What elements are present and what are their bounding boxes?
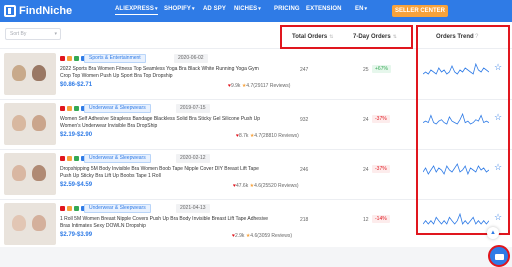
- top-nav: FindNiche ALIEXPRESS▾ SHOPIFY▾ AD SPY NI…: [0, 0, 512, 22]
- nav-pricing[interactable]: PRICING: [274, 6, 300, 12]
- nav-shopify[interactable]: SHOPIFY▾: [164, 6, 195, 12]
- product-image[interactable]: [4, 153, 56, 195]
- flag-icon: [74, 156, 79, 161]
- flag-icon: [67, 206, 72, 211]
- date-tag: 2021-04-13: [176, 204, 210, 213]
- price: $2.59-$4.59: [60, 182, 93, 188]
- seller-center-button[interactable]: SELLER CENTER: [392, 5, 448, 17]
- product-image[interactable]: [4, 53, 56, 95]
- total-orders: 218: [300, 217, 309, 223]
- source-flags: [60, 56, 86, 61]
- total-orders: 932: [300, 117, 309, 123]
- product-title[interactable]: 2022 Sports Bra Women Fitness Top Seamle…: [60, 66, 270, 80]
- chevron-down-icon: ▾: [54, 31, 57, 37]
- chevron-down-icon: ▾: [192, 6, 195, 12]
- change-badge: -37%: [372, 165, 390, 173]
- brand-logo[interactable]: FindNiche: [4, 4, 72, 18]
- price: $2.79-$3.99: [60, 232, 93, 238]
- change-badge: +67%: [372, 65, 391, 73]
- seven-day-orders: 24: [363, 167, 369, 173]
- product-title[interactable]: Women Self Adhesive Strapless Bandage Bl…: [60, 116, 270, 130]
- flag-icon: [74, 56, 79, 61]
- flag-icon: [74, 206, 79, 211]
- language-select[interactable]: EN▾: [355, 6, 367, 12]
- category-tag[interactable]: Underwear & Sleepwears: [84, 104, 151, 113]
- flag-icon: [60, 56, 65, 61]
- like-count: 2.9k: [234, 233, 245, 239]
- seven-day-orders: 25: [363, 67, 369, 73]
- flag-icon: [60, 156, 65, 161]
- price: $0.86-$2.71: [60, 82, 93, 88]
- product-title[interactable]: Dropshipping 5M Body Invisible Bra Women…: [60, 166, 270, 180]
- rating-info: ♥9.9k ★4.7(29117 Reviews): [228, 83, 290, 89]
- findniche-logo-icon: [4, 5, 16, 17]
- product-list: Sort By ▾ Total Orders ⇅ 7-Day Orders ⇅ Or…: [0, 22, 512, 267]
- nav-extension[interactable]: EXTENSION: [306, 6, 342, 12]
- source-flags: [60, 106, 86, 111]
- seven-day-orders: 24: [363, 117, 369, 123]
- highlight-box-trend: [416, 25, 510, 235]
- flag-icon: [60, 206, 65, 211]
- flag-icon: [67, 106, 72, 111]
- chevron-down-icon: ▾: [258, 6, 261, 12]
- total-orders: 246: [300, 167, 309, 173]
- rating-info: ♥47.6k ★4.6(25520 Reviews): [233, 183, 299, 189]
- date-tag: 2019-07-15: [176, 104, 210, 113]
- seven-day-orders: 12: [363, 217, 369, 223]
- category-tag[interactable]: Sports & Entertainment: [84, 54, 146, 63]
- nav-niches[interactable]: NICHES▾: [234, 6, 261, 12]
- like-count: 8.7k: [238, 133, 249, 139]
- price: $2.19-$2.90: [60, 132, 93, 138]
- brand-name: FindNiche: [19, 5, 73, 17]
- like-count: 9.9k: [230, 83, 241, 89]
- nav-aliexpress[interactable]: ALIEXPRESS▾: [115, 6, 158, 15]
- change-badge: -37%: [372, 115, 390, 123]
- product-title[interactable]: 1 Roll 5M Women Breast Nipple Covers Pus…: [60, 216, 270, 230]
- chevron-down-icon: ▾: [364, 6, 368, 12]
- rating-text: 4.6(3059 Reviews): [250, 233, 292, 239]
- rating-text: 4.7(28810 Reviews): [254, 133, 299, 139]
- flag-icon: [60, 106, 65, 111]
- scroll-top-button[interactable]: ▲: [487, 227, 499, 239]
- change-badge: -14%: [372, 215, 390, 223]
- chat-button[interactable]: [488, 245, 510, 267]
- rating-text: 4.7(29117 Reviews): [246, 83, 291, 89]
- rating-info: ♥8.7k ★4.7(28810 Reviews): [236, 133, 299, 139]
- date-tag: 2020-02-12: [176, 154, 210, 163]
- flag-icon: [67, 156, 72, 161]
- nav-ad-spy[interactable]: AD SPY: [203, 6, 226, 12]
- chevron-down-icon: ▾: [155, 6, 158, 12]
- flag-icon: [67, 56, 72, 61]
- rating-info: ♥2.9k ★4.6(3059 Reviews): [232, 233, 292, 239]
- total-orders: 247: [300, 67, 309, 73]
- rating-text: 4.6(25520 Reviews): [254, 183, 299, 189]
- like-count: 47.6k: [235, 183, 249, 189]
- product-image[interactable]: [4, 203, 56, 245]
- sort-select[interactable]: Sort By ▾: [5, 28, 61, 40]
- source-flags: [60, 206, 86, 211]
- product-image[interactable]: [4, 103, 56, 145]
- highlight-box-orders: [280, 25, 413, 49]
- category-tag[interactable]: Underwear & Sleepwears: [84, 204, 151, 213]
- category-tag[interactable]: Underwear & Sleepwears: [84, 154, 151, 163]
- source-flags: [60, 156, 86, 161]
- flag-icon: [74, 106, 79, 111]
- date-tag: 2020-06-02: [174, 54, 208, 63]
